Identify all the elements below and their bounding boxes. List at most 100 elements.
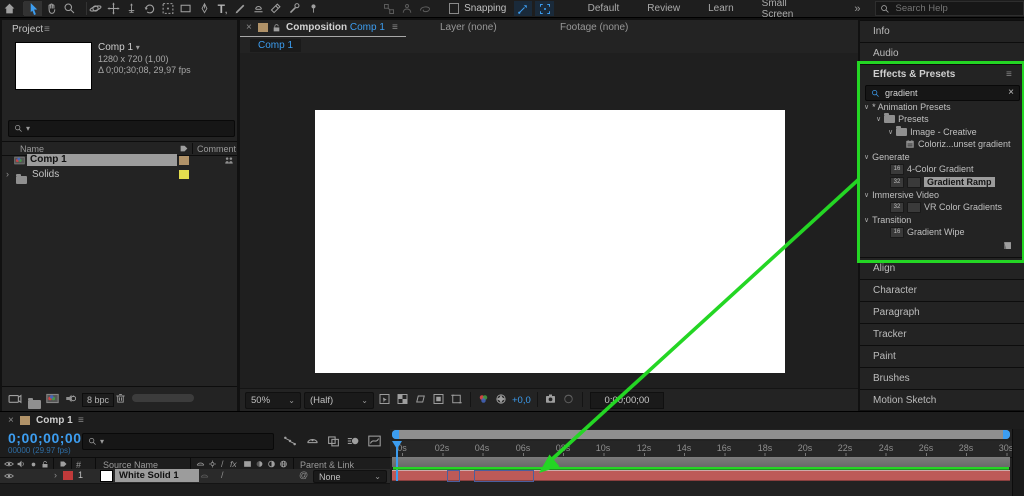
navigator-end-handle[interactable] <box>1003 430 1010 439</box>
tree-item-generate-category[interactable]: ∨Generate <box>864 151 910 163</box>
layer-shy-icon[interactable] <box>200 472 209 480</box>
eraser-tool-icon[interactable] <box>268 1 286 16</box>
snapping-option-icon-1[interactable] <box>514 1 532 16</box>
effects-search-box[interactable]: × <box>865 85 1020 101</box>
panel-motion-sketch[interactable]: Motion Sketch <box>860 389 1024 410</box>
project-row-comp1[interactable]: Comp 1 <box>2 154 237 167</box>
rotate-tool-icon[interactable] <box>141 1 159 16</box>
camera-tool-icon[interactable] <box>159 1 177 16</box>
timeline-tab[interactable]: Comp 1 <box>36 415 73 426</box>
zoom-tool-icon[interactable] <box>60 1 78 16</box>
playhead-marker[interactable] <box>392 441 402 449</box>
column-name[interactable]: Name <box>20 144 44 154</box>
timeline-search-box[interactable]: ▾ <box>82 433 274 450</box>
region-of-interest-icon[interactable] <box>432 393 445 405</box>
show-snapshot-icon[interactable] <box>562 393 575 405</box>
close-tab-icon[interactable]: × <box>8 415 14 426</box>
tree-item-presets-folder[interactable]: ∨Presets <box>876 113 929 125</box>
project-panel-menu-icon[interactable]: ≡ <box>44 24 50 35</box>
lock-icon[interactable] <box>272 23 281 33</box>
timeline-vertical-scrollbar[interactable] <box>1012 429 1024 496</box>
tab-layer[interactable]: Layer (none) <box>440 22 497 33</box>
mask-visibility-icon[interactable] <box>414 393 427 405</box>
search-options-icon[interactable]: ▾ <box>26 124 30 133</box>
help-search-box[interactable] <box>875 1 1024 16</box>
layer-duration-bar[interactable] <box>392 470 1010 481</box>
panel-audio[interactable]: Audio <box>860 42 1024 64</box>
snapshot-icon[interactable] <box>544 393 557 405</box>
interpret-footage-icon[interactable] <box>8 393 22 404</box>
toolbar-extra-icon-2[interactable] <box>398 1 416 16</box>
home-icon[interactable] <box>0 1 18 16</box>
project-item-name[interactable]: Comp 1 <box>27 154 177 166</box>
fx-switch-icon[interactable]: fx <box>230 459 237 469</box>
snapping-checkbox[interactable] <box>449 3 460 14</box>
workspace-tab-review[interactable]: Review <box>647 3 680 14</box>
comp-thumbnail[interactable] <box>15 42 92 90</box>
zoom-level-dropdown[interactable]: 50%⌄ <box>245 392 301 409</box>
work-area-bar[interactable] <box>392 457 1010 467</box>
shy-layers-icon[interactable] <box>306 435 319 447</box>
label-color-column-icon[interactable] <box>179 144 189 153</box>
toolbar-extra-icon-1[interactable] <box>380 1 398 16</box>
quality-switch-icon[interactable]: / <box>221 459 224 469</box>
clear-search-icon[interactable]: × <box>1008 87 1014 98</box>
type-tool-icon[interactable]: T, <box>213 1 231 16</box>
project-settings-icon[interactable] <box>64 393 76 404</box>
video-column-icon[interactable] <box>4 460 14 468</box>
workspace-tab-default[interactable]: Default <box>588 3 620 14</box>
tree-item-gradient-ramp[interactable]: 32Gradient Ramp <box>890 176 995 188</box>
tree-item-gradient-wipe[interactable]: 16Gradient Wipe <box>890 226 965 238</box>
new-animation-preset-icon[interactable] <box>1002 240 1013 251</box>
panel-brushes[interactable]: Brushes <box>860 367 1024 389</box>
exposure-icon[interactable] <box>495 393 507 405</box>
timeline-navigator-bar[interactable] <box>392 430 1010 439</box>
tab-footage[interactable]: Footage (none) <box>560 22 628 33</box>
panel-paragraph[interactable]: Paragraph <box>860 301 1024 323</box>
viewer-canvas-area[interactable] <box>240 53 858 388</box>
motion-blur-switch-icon[interactable] <box>255 460 264 468</box>
dolly-camera-tool-icon[interactable] <box>123 1 141 16</box>
column-comment[interactable]: Comment <box>197 144 236 154</box>
channel-rgb-icon[interactable] <box>477 393 490 405</box>
bit-depth-button[interactable]: 8 bpc <box>82 393 114 407</box>
tree-item-vr-color-gradients[interactable]: 32VR Color Gradients <box>890 201 1002 213</box>
exposure-value[interactable]: +0,0 <box>512 395 531 406</box>
navigator-start-handle[interactable] <box>392 430 399 439</box>
current-timecode[interactable]: 0;00;00;00 <box>8 430 82 446</box>
tree-item-animation-presets[interactable]: ∨* Animation Presets <box>864 101 951 113</box>
time-ruler[interactable]: 0s 02s 04s 06s 08s 10s 12s 14s 16s 18s 2… <box>390 441 1012 458</box>
collapse-switch-icon[interactable] <box>208 460 217 468</box>
new-composition-icon[interactable] <box>46 393 59 404</box>
rectangle-tool-icon[interactable] <box>177 1 195 16</box>
workspace-overflow-icon[interactable]: » <box>854 3 860 15</box>
tree-item-image-creative-folder[interactable]: ∨Image - Creative <box>888 126 977 138</box>
composition-canvas[interactable] <box>315 110 785 373</box>
tree-item-4-color-gradient[interactable]: 164-Color Gradient <box>890 163 974 175</box>
tab-composition[interactable]: Composition Comp 1 <box>286 22 385 33</box>
shy-switch-icon[interactable] <box>196 460 205 468</box>
workspace-tab-small-screen[interactable]: Small Screen <box>762 0 819 20</box>
transparency-grid-icon[interactable] <box>396 393 409 405</box>
puppet-pin-tool-icon[interactable] <box>304 1 322 16</box>
new-folder-icon[interactable] <box>28 400 41 409</box>
layer-color-swatch[interactable] <box>63 471 73 480</box>
hand-tool-icon[interactable] <box>42 1 60 16</box>
pan-camera-tool-icon[interactable] <box>105 1 123 16</box>
panel-paint[interactable]: Paint <box>860 345 1024 367</box>
tree-item-transition-category[interactable]: ∨Transition <box>864 214 911 226</box>
comp-subtab[interactable]: Comp 1 <box>250 39 301 52</box>
solo-column-icon[interactable] <box>30 461 37 468</box>
layer-quality-icon[interactable]: / <box>221 470 224 480</box>
project-search-box[interactable]: ▾ <box>8 120 235 137</box>
effects-search-input[interactable] <box>883 87 997 99</box>
roto-brush-tool-icon[interactable] <box>286 1 304 16</box>
search-options-icon[interactable]: ▾ <box>100 437 104 446</box>
snapping-option-icon-2[interactable] <box>535 1 553 16</box>
project-item-name[interactable]: Solids <box>32 169 59 180</box>
label-color-swatch[interactable] <box>179 170 189 179</box>
crop-region-icon[interactable] <box>450 393 463 405</box>
help-search-input[interactable] <box>894 2 1008 15</box>
trash-icon[interactable] <box>115 392 126 404</box>
horizontal-scrollbar[interactable] <box>132 394 194 402</box>
